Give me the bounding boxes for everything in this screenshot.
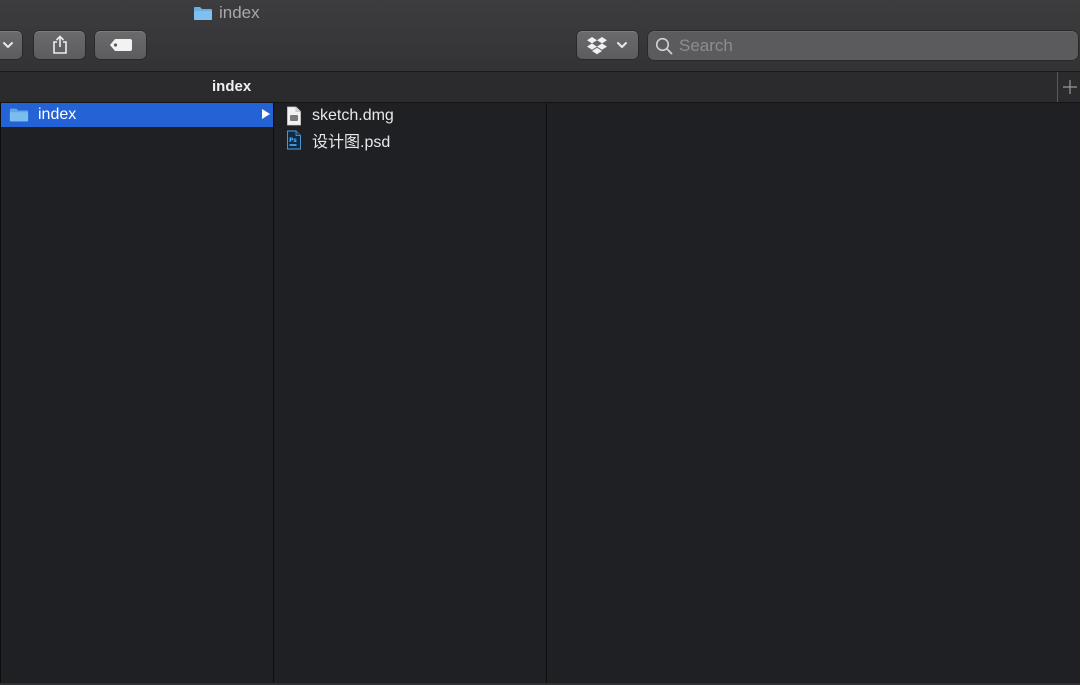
plus-icon: [1062, 74, 1077, 100]
search-field[interactable]: [648, 31, 1078, 60]
toolbar: index: [0, 0, 1080, 72]
column-2[interactable]: sketch.dmg Ps 设计图.psd: [273, 103, 546, 685]
chevron-down-icon: [616, 41, 628, 49]
column-1[interactable]: index: [0, 103, 273, 685]
share-icon: [51, 35, 69, 55]
tab-label: index: [212, 78, 252, 95]
dropbox-icon: [586, 36, 608, 55]
view-options-button[interactable]: [0, 31, 22, 59]
list-item-label: index: [38, 106, 77, 123]
window-title: index: [193, 2, 260, 24]
tab-bar: index: [0, 72, 1080, 103]
share-button[interactable]: [34, 31, 85, 59]
search-icon: [655, 37, 673, 55]
finder-window: index Search index index sketch.dmg Ps 设…: [0, 0, 1080, 685]
list-item[interactable]: index: [1, 103, 273, 127]
column-3[interactable]: [546, 103, 1080, 685]
psd-file-icon: Ps: [284, 130, 304, 150]
tags-button[interactable]: [95, 31, 146, 59]
disclosure-triangle-icon: [262, 109, 270, 119]
column-browser: index sketch.dmg Ps 设计图.psd: [0, 103, 1080, 685]
new-tab-button[interactable]: [1057, 72, 1080, 102]
tab-index[interactable]: index: [0, 72, 1056, 102]
psd-badge-text: Ps: [289, 137, 297, 144]
folder-icon: [9, 105, 29, 125]
folder-icon: [193, 6, 213, 21]
list-item[interactable]: sketch.dmg: [274, 104, 546, 128]
list-item-label: sketch.dmg: [312, 107, 394, 124]
document-icon: [284, 106, 304, 126]
dropbox-button[interactable]: [577, 31, 638, 59]
window-title-text: index: [219, 3, 260, 22]
list-item-label: 设计图.psd: [312, 134, 391, 151]
list-item[interactable]: Ps 设计图.psd: [274, 128, 546, 152]
chevron-down-icon: [2, 41, 14, 49]
tag-icon: [109, 38, 133, 52]
search-input[interactable]: [679, 35, 1059, 56]
